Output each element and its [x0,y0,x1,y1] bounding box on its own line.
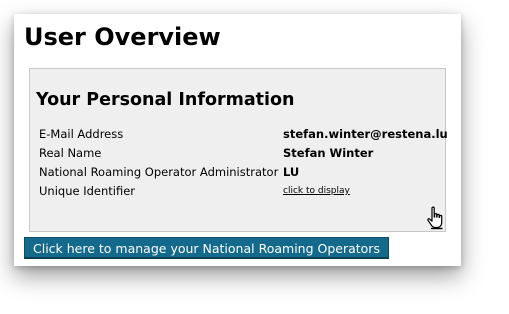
info-row-unique-identifier: Unique Identifier click to display [39,182,441,201]
unique-identifier-label: Unique Identifier [39,184,136,198]
info-row-nro-admin: National Roaming Operator Administrator … [39,163,441,182]
page-title: User Overview [24,23,221,51]
hand-pointer-icon [427,206,443,230]
real-name-value: Stefan Winter [283,146,374,160]
real-name-label: Real Name [39,146,102,160]
section-title: Your Personal Information [36,90,295,110]
nro-admin-label: National Roaming Operator Administrator [39,165,279,179]
email-label: E-Mail Address [39,127,124,141]
manage-nro-button[interactable]: Click here to manage your National Roami… [24,237,389,259]
info-row-email: E-Mail Address stefan.winter@restena.lu [39,125,448,144]
nro-admin-value: LU [283,165,300,179]
personal-info-panel: Your Personal Information E-Mail Address… [29,68,448,232]
app-window: User Overview Your Personal Information … [14,14,461,266]
info-row-real-name: Real Name Stefan Winter [39,144,441,163]
click-to-display-link[interactable]: click to display [283,182,350,201]
email-value: stefan.winter@restena.lu [283,127,448,141]
